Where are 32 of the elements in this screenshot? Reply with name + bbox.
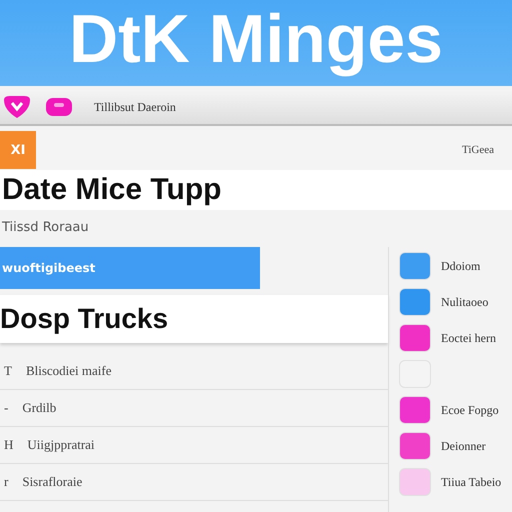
app-icon[interactable] (399, 396, 431, 424)
app-title: DtK Minges (69, 4, 443, 74)
list-row[interactable]: T Bliscodiei maife (0, 353, 388, 390)
app-icon[interactable] (399, 324, 431, 352)
tag: XI (0, 131, 36, 169)
side-label: Eoctei hern (441, 330, 496, 346)
row-marker: r (4, 474, 8, 490)
row-marker: H (4, 437, 14, 453)
section-title: Dosp Trucks (0, 295, 388, 343)
row-label: Sisrafloraie (22, 474, 82, 490)
list-row[interactable]: H Uiigjppratrai (0, 427, 388, 464)
row-label: TiGeea (462, 144, 494, 156)
side-label: Ecoe Fopgo (441, 402, 499, 418)
pill-icon[interactable] (46, 98, 72, 116)
side-label: Tiiua Tabeio (441, 474, 502, 490)
row-label: Uiigjppratrai (27, 437, 95, 453)
heart-icon[interactable] (2, 96, 32, 118)
side-label: Nulitaoeo (441, 294, 488, 310)
side-label: Deionner (441, 438, 486, 454)
app-icon[interactable] (399, 432, 431, 460)
app-icon[interactable] (399, 252, 431, 280)
row-marker: - (4, 400, 8, 416)
list-row[interactable]: r Sisrafloraie (0, 464, 388, 501)
page-heading: Date Mice Tupp (0, 170, 512, 210)
toolbar-label: Tillibsut Daeroin (94, 100, 176, 114)
row-label: Grdilb (22, 400, 56, 416)
row-marker: T (4, 363, 12, 379)
list-row[interactable]: - Grdilb (0, 390, 388, 427)
app-icon[interactable] (399, 288, 431, 316)
page-subtitle: Tiissd Roraau (1, 219, 90, 237)
side-label: Ddoiom (441, 258, 480, 274)
row-label: Bliscodiei maife (26, 363, 112, 379)
